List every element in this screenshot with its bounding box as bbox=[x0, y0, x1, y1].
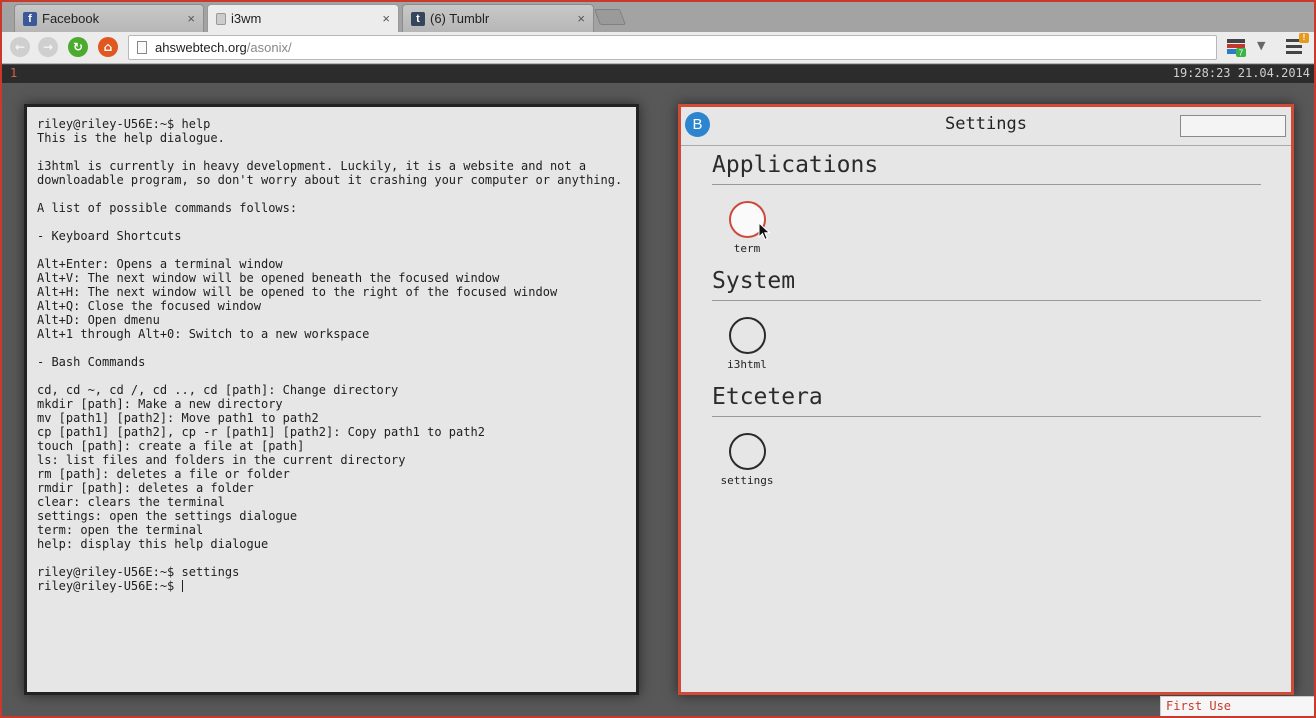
terminal-line: i3html is currently in heavy development… bbox=[37, 159, 587, 173]
close-icon[interactable]: × bbox=[577, 11, 585, 26]
reload-icon: ↻ bbox=[72, 40, 84, 54]
first-use-link[interactable]: First Use bbox=[1160, 696, 1314, 716]
terminal-line: Alt+H: The next window will be opened to… bbox=[37, 285, 558, 299]
tab-i3wm[interactable]: i3wm × bbox=[207, 4, 399, 32]
terminal-line: rm [path]: deletes a file or folder bbox=[37, 467, 290, 481]
desktop: riley@riley-U56E:~$ help This is the help… bbox=[2, 83, 1314, 716]
terminal-line: riley@riley-U56E:~$ settings bbox=[37, 565, 240, 579]
terminal-line: This is the help dialogue. bbox=[37, 131, 225, 145]
tab-facebook[interactable]: f Facebook × bbox=[14, 4, 204, 32]
app-label: term bbox=[733, 242, 761, 255]
terminal-line: clear: clears the terminal bbox=[37, 495, 225, 509]
back-arrow-icon: ← bbox=[14, 40, 26, 54]
page-icon bbox=[216, 12, 226, 25]
terminal-line: touch [path]: create a file at [path] bbox=[37, 439, 305, 453]
tab-label: Facebook bbox=[42, 11, 100, 26]
terminal-line: mv [path1] [path2]: Move path1 to path2 bbox=[37, 411, 319, 425]
new-tab-button[interactable] bbox=[594, 9, 626, 25]
clock: 19:28:23 21.04.2014 bbox=[1172, 66, 1310, 80]
terminal-line: cd, cd ~, cd /, cd .., cd [path]: Change… bbox=[37, 383, 399, 397]
app-settings-icon[interactable] bbox=[728, 433, 766, 470]
page-info-icon bbox=[137, 41, 147, 54]
terminal-prompt-line[interactable]: riley@riley-U56E:~$ bbox=[37, 579, 636, 593]
terminal-line: rmdir [path]: deletes a folder bbox=[37, 481, 254, 495]
mouse-pointer-icon bbox=[758, 222, 771, 241]
terminal-line: Alt+Q: Close the focused window bbox=[37, 299, 261, 313]
terminal-line: downloadable program, so don't worry abo… bbox=[37, 173, 623, 187]
terminal-prompt: riley@riley-U56E:~$ bbox=[37, 579, 182, 593]
tumblr-icon: t bbox=[411, 11, 425, 26]
text-cursor bbox=[181, 580, 183, 592]
settings-search-input[interactable] bbox=[1180, 115, 1286, 137]
close-icon[interactable]: × bbox=[187, 11, 195, 26]
extension-icon[interactable]: 7 bbox=[1226, 37, 1246, 57]
url-path: /asonix/ bbox=[246, 40, 292, 55]
terminal-line: Alt+D: Open dmenu bbox=[37, 313, 160, 327]
settings-window[interactable]: B Settings Applications term System i3ht… bbox=[678, 104, 1294, 695]
terminal-line: ls: list files and folders in the curren… bbox=[37, 453, 406, 467]
tab-tumblr[interactable]: t (6) Tumblr × bbox=[402, 4, 594, 32]
update-badge: ! bbox=[1299, 33, 1309, 43]
terminal-line: settings: open the settings dialogue bbox=[37, 509, 298, 523]
terminal-line: Alt+V: The next window will be opened be… bbox=[37, 271, 500, 285]
terminal-window[interactable]: riley@riley-U56E:~$ help This is the help… bbox=[24, 104, 639, 695]
app-label: i3html bbox=[727, 358, 767, 371]
app-i3html[interactable]: i3html bbox=[712, 317, 782, 371]
terminal-line: - Keyboard Shortcuts bbox=[37, 229, 182, 243]
forward-arrow-icon: → bbox=[42, 40, 54, 54]
section-title-etcetera: Etcetera bbox=[712, 384, 823, 410]
i3-status-bar: 1 19:28:23 21.04.2014 bbox=[2, 65, 1314, 83]
terminal-line: cp [path1] [path2], cp -r [path1] [path2… bbox=[37, 425, 485, 439]
facebook-icon: f bbox=[23, 11, 37, 26]
terminal-line: A list of possible commands follows: bbox=[37, 201, 298, 215]
terminal-line: riley@riley-U56E:~$ help bbox=[37, 117, 211, 131]
tab-label: (6) Tumblr bbox=[430, 11, 490, 26]
tab-label: i3wm bbox=[231, 11, 262, 26]
terminal-line: Alt+Enter: Opens a terminal window bbox=[37, 257, 283, 271]
address-bar[interactable]: ahswebtech.org/asonix/ bbox=[128, 35, 1217, 60]
terminal-line: Alt+1 through Alt+0: Switch to a new wor… bbox=[37, 327, 370, 341]
home-button[interactable]: ⌂ bbox=[98, 37, 118, 57]
extension-badge: 7 bbox=[1239, 49, 1244, 58]
terminal-line: mkdir [path]: Make a new directory bbox=[37, 397, 283, 411]
back-button[interactable]: ← bbox=[10, 37, 30, 57]
terminal-line: help: display this help dialogue bbox=[37, 537, 269, 551]
section-divider bbox=[712, 416, 1261, 417]
close-icon[interactable]: × bbox=[382, 11, 390, 26]
extension-dropdown-icon[interactable]: ▼ bbox=[1257, 39, 1265, 52]
app-settings[interactable]: settings bbox=[712, 433, 782, 487]
section-divider bbox=[712, 184, 1261, 185]
terminal-line: - Bash Commands bbox=[37, 355, 146, 369]
home-icon: ⌂ bbox=[103, 40, 113, 54]
app-label: settings bbox=[720, 474, 774, 487]
section-title-applications: Applications bbox=[712, 152, 879, 178]
settings-header: B Settings bbox=[681, 107, 1291, 146]
url-host: ahswebtech.org bbox=[155, 40, 247, 55]
tab-strip: f Facebook × i3wm × t (6) Tumblr × bbox=[0, 0, 1316, 32]
section-divider bbox=[712, 300, 1261, 301]
section-title-system: System bbox=[712, 268, 796, 294]
browser-toolbar: ← → ↻ ⌂ ahswebtech.org/asonix/ 7 ▼ ! bbox=[0, 32, 1316, 64]
reload-button[interactable]: ↻ bbox=[68, 37, 88, 57]
workspace-indicator[interactable]: 1 bbox=[10, 66, 17, 80]
terminal-line: term: open the terminal bbox=[37, 523, 204, 537]
app-i3html-icon[interactable] bbox=[728, 317, 766, 354]
forward-button[interactable]: → bbox=[38, 37, 58, 57]
